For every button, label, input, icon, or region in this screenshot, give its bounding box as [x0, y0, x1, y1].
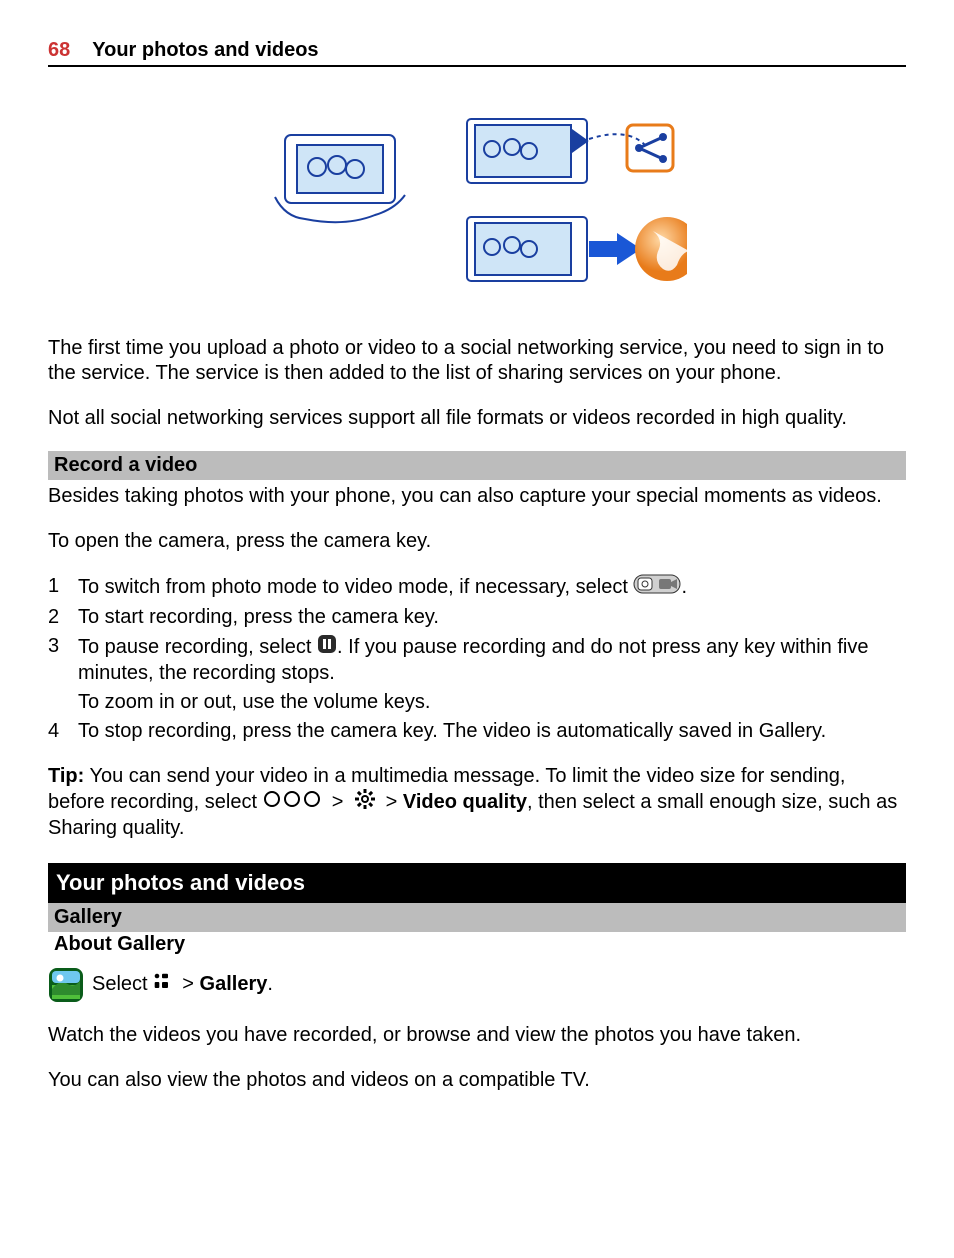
step-text: To switch from photo mode to video mode,… — [78, 574, 906, 601]
settings-gear-icon — [355, 789, 375, 816]
gallery-paragraph-2: You can also view the photos and videos … — [48, 1068, 906, 1093]
page-number: 68 — [48, 38, 70, 63]
gallery-heading: Gallery — [48, 903, 906, 932]
step-number: 1 — [48, 574, 78, 601]
tip-label: Tip: — [48, 765, 84, 787]
step-text: To stop recording, press the camera key.… — [78, 719, 906, 744]
step-1: 1 To switch from photo mode to video mod… — [48, 574, 906, 601]
intro-paragraph-2: Not all social networking services suppo… — [48, 406, 906, 431]
sharing-illustration — [48, 107, 906, 304]
step-number: 2 — [48, 605, 78, 630]
step-text: To pause recording, select . If you paus… — [78, 634, 906, 715]
apps-grid-icon — [153, 972, 171, 997]
tip-paragraph: Tip: You can send your video in a multim… — [48, 764, 906, 841]
record-steps-list: 1 To switch from photo mode to video mod… — [48, 574, 906, 744]
page-header: 68 Your photos and videos — [48, 38, 906, 67]
step-text: To start recording, press the camera key… — [78, 605, 906, 630]
step-number: 3 — [48, 634, 78, 715]
step-3: 3 To pause recording, select . If you pa… — [48, 634, 906, 715]
gallery-app-icon — [48, 967, 84, 1003]
about-gallery-heading: About Gallery — [48, 932, 906, 957]
gallery-select-text: Select > Gallery. — [92, 972, 273, 997]
step-2: 2 To start recording, press the camera k… — [48, 605, 906, 630]
gallery-paragraph-1: Watch the videos you have recorded, or b… — [48, 1023, 906, 1048]
camera-video-toggle-icon — [633, 574, 681, 601]
step-number: 4 — [48, 719, 78, 744]
intro-paragraph-1: The first time you upload a photo or vid… — [48, 336, 906, 386]
header-title: Your photos and videos — [92, 38, 318, 63]
gallery-select-row: Select > Gallery. — [48, 967, 906, 1003]
record-paragraph-2: To open the camera, press the camera key… — [48, 529, 906, 554]
record-paragraph-1: Besides taking photos with your phone, y… — [48, 484, 906, 509]
three-circles-icon — [263, 790, 321, 815]
section-title-bar: Your photos and videos — [48, 863, 906, 903]
record-video-heading: Record a video — [48, 451, 906, 480]
step-4: 4 To stop recording, press the camera ke… — [48, 719, 906, 744]
pause-icon — [317, 634, 337, 661]
